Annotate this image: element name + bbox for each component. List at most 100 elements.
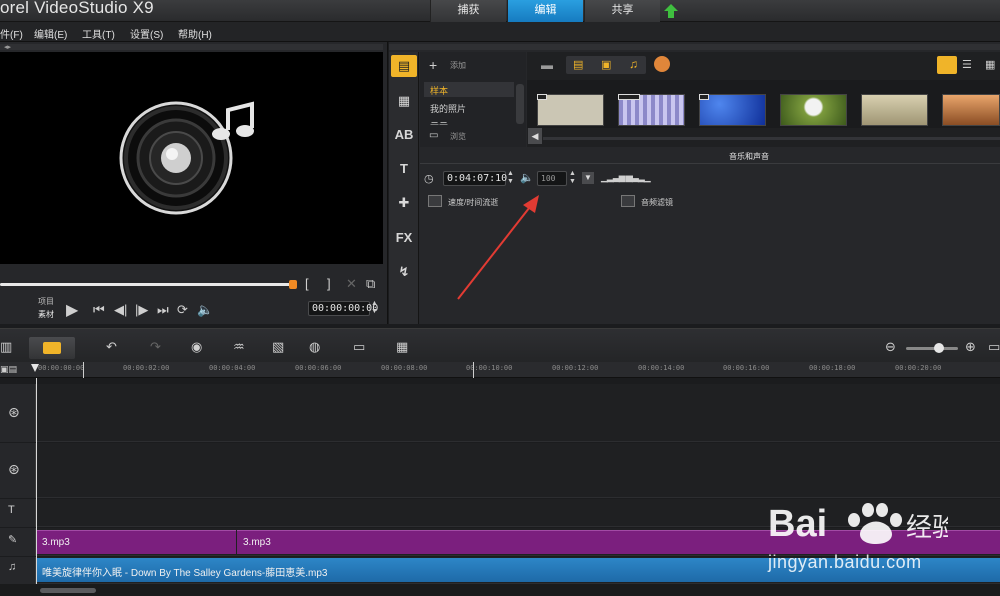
tab-share[interactable]: 共享 bbox=[584, 0, 660, 22]
folder-icon[interactable]: ▬ bbox=[541, 58, 553, 72]
web-icon[interactable] bbox=[654, 56, 670, 72]
zoom-slider-thumb[interactable] bbox=[934, 343, 944, 353]
tab-edit[interactable]: 编辑 bbox=[507, 0, 583, 22]
zoom-slider[interactable] bbox=[906, 347, 958, 350]
audio-filter-button[interactable]: 音频滤镜 bbox=[641, 197, 673, 208]
zoom-in-icon[interactable]: ⊕ bbox=[965, 339, 976, 355]
volume-icon[interactable]: 🔈 bbox=[197, 302, 213, 318]
panel-grip-icon[interactable]: ◂▸ bbox=[4, 43, 11, 51]
sound-mixer-icon[interactable]: ♒ bbox=[233, 339, 245, 355]
title-track-header bbox=[0, 499, 36, 527]
undo-icon[interactable]: ↶ bbox=[106, 339, 117, 355]
filter-photo-icon[interactable]: ▣ bbox=[601, 58, 611, 71]
storyboard-view-icon[interactable]: ▥ bbox=[0, 339, 12, 355]
volume-dropdown-icon[interactable]: ▼ bbox=[582, 172, 594, 184]
timeline-view-icon bbox=[43, 342, 61, 354]
ruler-tick: 00:00:18:00 bbox=[809, 364, 856, 372]
library-thumbnail[interactable] bbox=[942, 94, 1000, 126]
video-badge-icon bbox=[618, 94, 640, 100]
add-icon[interactable]: + bbox=[429, 57, 437, 73]
scroll-left-icon[interactable]: ◀ bbox=[528, 128, 542, 144]
folder-scrollbar[interactable] bbox=[516, 84, 524, 124]
timeline-hscroll-thumb[interactable] bbox=[40, 588, 96, 593]
timeline-hscroll[interactable] bbox=[0, 584, 1000, 596]
video-track[interactable] bbox=[0, 384, 1000, 442]
library-header bbox=[389, 44, 1000, 50]
media-icon[interactable]: ▤ bbox=[391, 55, 417, 77]
volume-field[interactable]: 100 bbox=[537, 171, 567, 186]
folder-my-photos[interactable]: 我的照片 bbox=[430, 102, 466, 115]
ruler-tick: 00:00:16:00 bbox=[723, 364, 770, 372]
player-timecode[interactable]: 00:00:00:00 bbox=[308, 301, 378, 316]
browse-icon[interactable]: ▭ bbox=[429, 130, 438, 141]
zoom-out-icon[interactable]: ⊖ bbox=[885, 339, 896, 355]
menu-settings[interactable]: 设置(S) bbox=[130, 26, 163, 41]
repeat-icon[interactable]: ⟳ bbox=[177, 302, 188, 318]
library-hscroll[interactable] bbox=[543, 137, 1000, 140]
filter-video-icon[interactable]: ▤ bbox=[573, 58, 583, 71]
music-note-icon[interactable]: ♫ bbox=[8, 561, 16, 573]
library-thumbnail[interactable] bbox=[699, 94, 766, 126]
fit-project-icon[interactable]: ▭ bbox=[988, 339, 1000, 355]
video-badge-icon bbox=[537, 94, 547, 100]
menu-tools[interactable]: 工具(T) bbox=[82, 26, 115, 41]
redo-icon[interactable]: ↷ bbox=[150, 339, 161, 355]
instant-project-icon[interactable]: ▦ bbox=[391, 90, 417, 112]
transition-icon[interactable]: AB bbox=[391, 124, 417, 146]
subtitle-editor-icon[interactable]: ▭ bbox=[353, 339, 365, 355]
close-clip-icon[interactable]: ✕ bbox=[346, 276, 357, 292]
motion-tracking-icon[interactable]: ◍ bbox=[309, 339, 320, 355]
mark-out-button[interactable]: ] bbox=[327, 276, 331, 291]
view-grid-icon[interactable]: ▦ bbox=[985, 58, 995, 71]
menu-help[interactable]: 帮助(H) bbox=[178, 26, 212, 41]
voice-clip[interactable]: 3.mp3 bbox=[36, 530, 236, 554]
fx-icon[interactable]: FX bbox=[391, 227, 417, 249]
volume-speaker-icon[interactable]: 🔈 bbox=[520, 171, 534, 184]
upload-arrow-icon[interactable] bbox=[664, 4, 678, 18]
clip-mode-label[interactable]: 素材 bbox=[38, 309, 54, 320]
library-thumbnail[interactable] bbox=[537, 94, 604, 126]
library-thumbnail[interactable] bbox=[861, 94, 928, 126]
title-track-icon[interactable]: T bbox=[8, 504, 15, 516]
mark-in-button[interactable]: [ bbox=[305, 276, 309, 291]
record-capture-icon[interactable]: ◉ bbox=[191, 339, 202, 355]
auto-music-icon[interactable]: ▧ bbox=[272, 339, 284, 355]
multi-camera-icon[interactable]: ▦ bbox=[396, 339, 408, 355]
folder-partial[interactable]: 云云 bbox=[430, 119, 490, 125]
scrubber-thumb[interactable] bbox=[289, 280, 297, 289]
next-frame-icon[interactable]: |▶ bbox=[135, 302, 148, 318]
view-list-icon[interactable]: ☰ bbox=[962, 58, 972, 71]
playhead-line[interactable] bbox=[36, 378, 37, 584]
library-thumbnail[interactable] bbox=[780, 94, 847, 126]
speed-icon[interactable] bbox=[428, 195, 442, 207]
duration-stepper[interactable]: ▲ ▼ bbox=[507, 170, 514, 186]
filter-audio-icon[interactable]: ♫ bbox=[629, 57, 638, 71]
copy-icon[interactable]: ⧉ bbox=[366, 276, 375, 292]
volume-stepper[interactable]: ▲ ▼ bbox=[569, 170, 576, 186]
microphone-icon[interactable]: ✎ bbox=[8, 533, 17, 546]
duration-field[interactable]: 0:04:07:10 bbox=[443, 171, 507, 186]
timecode-stepper[interactable]: ▲ ▼ bbox=[371, 300, 378, 316]
overlay-track-icon[interactable]: ⊛ bbox=[8, 461, 20, 478]
play-icon[interactable]: ▶ bbox=[66, 300, 78, 320]
project-mode-label[interactable]: 项目 bbox=[38, 296, 54, 307]
music-track-header bbox=[0, 557, 36, 584]
title-icon[interactable]: T bbox=[391, 158, 417, 180]
audio-filter-icon[interactable] bbox=[621, 195, 635, 207]
graphic-icon[interactable]: ✚ bbox=[391, 192, 417, 214]
fade-in-icon[interactable]: ▁▂▃▅ bbox=[601, 172, 626, 183]
go-start-icon[interactable]: ⏮ bbox=[93, 302, 105, 318]
scrubber-track[interactable] bbox=[0, 283, 294, 286]
go-end-icon[interactable]: ⏭ bbox=[157, 302, 169, 318]
path-icon[interactable]: ↯ bbox=[391, 261, 417, 283]
add-folder-label[interactable]: 添加 bbox=[450, 60, 466, 71]
tab-capture[interactable]: 捕获 bbox=[430, 0, 506, 22]
fade-out-icon[interactable]: ▅▃▂▁ bbox=[626, 172, 651, 183]
video-track-icon[interactable]: ⊛ bbox=[8, 404, 20, 421]
browse-label[interactable]: 浏览 bbox=[450, 131, 466, 142]
view-thumbnail-icon[interactable] bbox=[937, 56, 957, 74]
menu-file[interactable]: 件(F) bbox=[0, 26, 23, 41]
prev-frame-icon[interactable]: ◀| bbox=[114, 302, 127, 318]
menu-edit[interactable]: 编辑(E) bbox=[34, 26, 67, 41]
track-manager-icon[interactable]: ▣▤ bbox=[0, 364, 17, 375]
